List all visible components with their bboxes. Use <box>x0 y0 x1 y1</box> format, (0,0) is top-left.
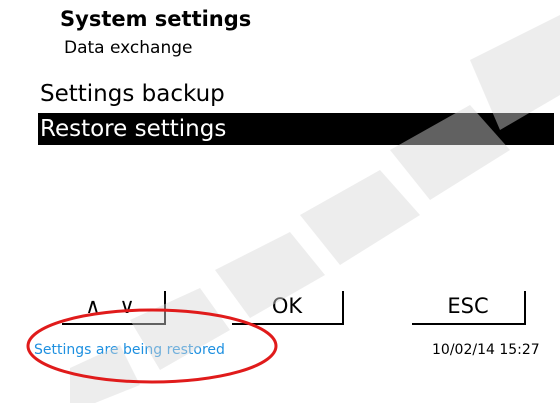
status-message: Settings are being restored <box>34 342 225 358</box>
esc-button[interactable]: ESC <box>412 291 526 325</box>
up-down-button[interactable]: ∧ ∨ <box>62 291 166 325</box>
ok-button[interactable]: OK <box>232 291 344 325</box>
page-subtitle: Data exchange <box>64 38 193 58</box>
menu-item-restore-settings[interactable]: Restore settings <box>38 113 554 145</box>
datetime-readout: 10/02/14 15:27 <box>432 342 540 358</box>
menu-item-settings-backup[interactable]: Settings backup <box>38 78 554 110</box>
menu-item-label: Restore settings <box>40 116 227 142</box>
device-screen: System settings Data exchange Settings b… <box>0 0 560 403</box>
menu-item-label: Settings backup <box>40 81 225 107</box>
page-title: System settings <box>60 7 252 31</box>
